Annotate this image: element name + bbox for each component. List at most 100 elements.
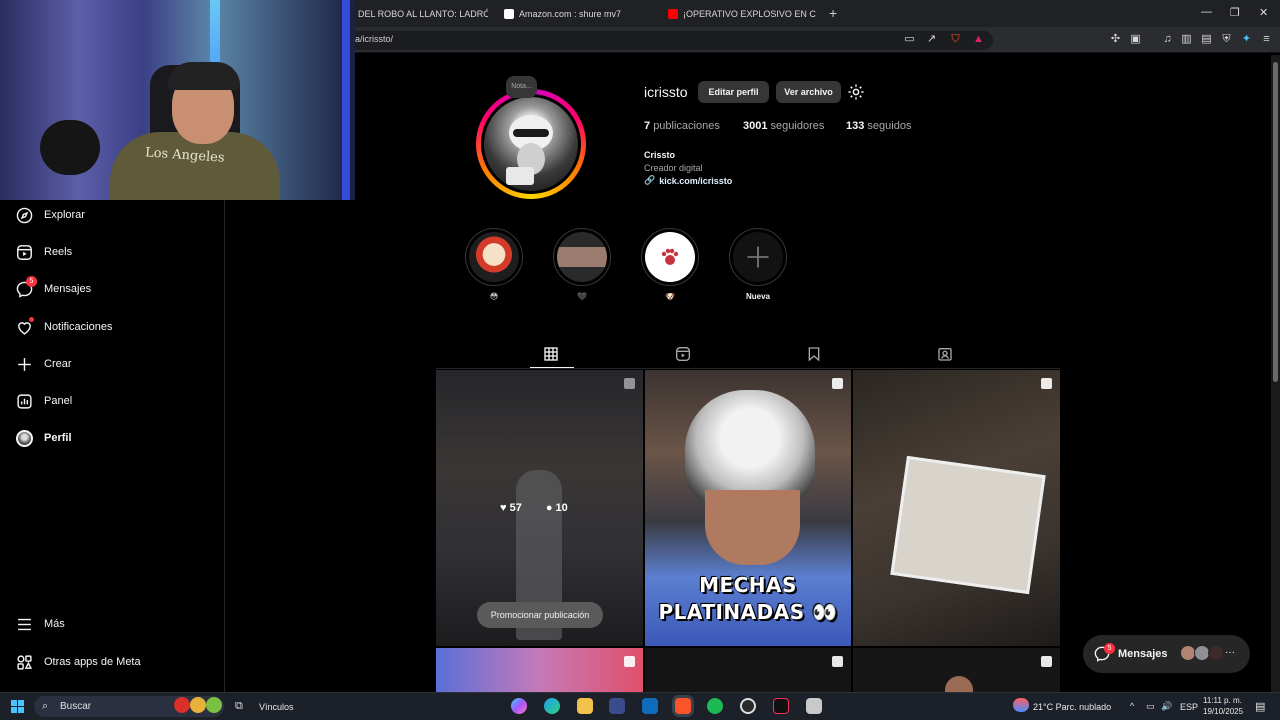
search-icon: ⌕	[42, 700, 49, 712]
maximize-button[interactable]: ❐	[1230, 6, 1240, 19]
share-icon[interactable]: ↗	[925, 33, 938, 46]
sidebar-item-mas[interactable]: Más	[16, 613, 65, 635]
carousel-icon	[624, 656, 635, 667]
sidebar-item-otras-apps[interactable]: Otras apps de Meta	[16, 651, 141, 673]
browser-tab-3[interactable]: ¡OPERATIVO EXPLOSIVO EN CA	[668, 4, 816, 24]
brave-icon[interactable]	[675, 698, 691, 714]
highlight-3-label: 🐶	[665, 292, 675, 301]
led-light-right	[342, 0, 350, 200]
vinculos-toolbar[interactable]: Vínculos	[259, 702, 294, 712]
sidebar-item-crear[interactable]: Crear	[16, 353, 72, 375]
apps-icon	[16, 654, 33, 671]
new-highlight-button[interactable]	[729, 228, 787, 286]
outlook-icon[interactable]	[642, 698, 658, 714]
note-bubble[interactable]: Nota...	[506, 76, 537, 98]
tray-chevron-icon[interactable]: ^	[1130, 701, 1134, 711]
active-tab-indicator	[530, 367, 574, 368]
bio-link[interactable]: 🔗 kick.com/icrissto	[644, 175, 732, 186]
browser-tab-2[interactable]: Amazon.com : shure mv7	[504, 4, 644, 24]
sidebar-toggle-icon[interactable]: ▥	[1180, 33, 1193, 46]
more-contacts-icon: ···	[1225, 647, 1235, 658]
tab-reels[interactable]	[675, 346, 691, 362]
edge-icon[interactable]	[544, 698, 560, 714]
settings-gear-icon[interactable]	[847, 83, 865, 101]
screenshot-icon[interactable]: ▣	[1129, 33, 1142, 46]
sidebar-item-reels[interactable]: Reels	[16, 241, 72, 263]
post-3[interactable]	[853, 370, 1060, 646]
tab-tagged[interactable]	[937, 346, 953, 362]
apple-widget-icon-3	[206, 697, 222, 713]
highlight-2-label: 🖤	[577, 292, 587, 301]
promote-post-button[interactable]: Promocionar publicación	[477, 602, 603, 628]
tiktok-icon[interactable]	[773, 698, 789, 714]
windows-start-icon[interactable]	[11, 700, 24, 713]
leo-ai-icon[interactable]: ✦	[1240, 33, 1253, 46]
messages-pill-badge: 5	[1104, 643, 1115, 654]
obs-icon[interactable]	[740, 698, 756, 714]
browser-tab-1[interactable]: DEL ROBO AL LLANTO: LADRÓN	[358, 4, 488, 24]
highlight-1[interactable]	[465, 228, 523, 286]
post-4[interactable]	[436, 648, 643, 692]
post-6[interactable]	[853, 648, 1060, 692]
profile-username: icrissto	[644, 84, 688, 100]
post-5[interactable]	[645, 648, 851, 692]
carousel-icon	[832, 656, 843, 667]
sidebar-item-mensajes[interactable]: 5 Mensajes	[16, 275, 91, 300]
brave-shield-icon[interactable]: ⛉	[949, 33, 962, 46]
music-icon[interactable]: ♫	[1161, 33, 1174, 46]
notifications-center-icon[interactable]: ▤	[1255, 700, 1265, 713]
amazon-icon	[504, 9, 514, 19]
store-icon[interactable]	[609, 698, 625, 714]
sidebar-item-explorar[interactable]: Explorar	[16, 204, 85, 226]
comments-stat: ● 10	[545, 502, 568, 514]
notification-dot	[29, 316, 34, 322]
messages-badge: 5	[26, 275, 37, 287]
highlight-3[interactable]	[641, 228, 699, 286]
likes-stat: ♥ 57	[500, 502, 522, 514]
tagged-icon	[938, 348, 952, 361]
weather-text[interactable]: 21°C Parc. nublado	[1033, 702, 1111, 712]
tab-posts[interactable]	[543, 346, 559, 362]
streamer-cap	[168, 62, 240, 90]
youtube-icon	[668, 9, 678, 19]
minimize-button[interactable]: —	[1201, 6, 1212, 18]
spotify-icon[interactable]	[707, 698, 723, 714]
task-view-icon[interactable]: ⧉	[235, 700, 243, 713]
page-scrollbar-thumb[interactable]	[1273, 62, 1278, 382]
highlight-cover-cartoon	[469, 232, 519, 282]
following-stat[interactable]: 133 seguidos	[846, 120, 911, 132]
followers-stat[interactable]: 3001 seguidores	[743, 120, 824, 132]
sidebar-item-perfil[interactable]: Perfil	[16, 427, 72, 449]
sidebar-item-notificaciones[interactable]: Notificaciones	[16, 316, 112, 338]
clock-time[interactable]: 11:11 p. m.	[1203, 696, 1242, 705]
copilot-icon[interactable]	[511, 698, 527, 714]
browser-menu-icon[interactable]: ≡	[1260, 33, 1273, 46]
paw-icon	[661, 248, 679, 265]
highlight-cover-paw	[645, 232, 695, 282]
tabs-divider	[436, 368, 1060, 369]
apple-widget-icon	[174, 697, 190, 713]
shield-app-icon[interactable]	[806, 698, 822, 714]
address-field[interactable]	[348, 31, 993, 50]
file-explorer-icon[interactable]	[577, 698, 593, 714]
post-3-framed-photo	[890, 455, 1046, 595]
network-icon[interactable]: ▭	[1146, 701, 1155, 712]
new-tab-button[interactable]: +	[829, 6, 837, 20]
vpn-icon[interactable]: ⛨	[1220, 33, 1233, 46]
volume-icon[interactable]: 🔊	[1161, 701, 1172, 712]
brave-rewards-icon[interactable]: ▲	[972, 33, 985, 46]
edit-profile-button[interactable]: Editar perfil	[698, 81, 769, 103]
language-indicator[interactable]: ESP	[1180, 702, 1198, 712]
clock-date[interactable]: 19/10/2025	[1203, 707, 1243, 716]
highlight-cover-photo	[557, 232, 607, 282]
extensions-icon[interactable]: ✣	[1109, 33, 1122, 46]
cast-icon[interactable]: ▭	[903, 33, 916, 46]
profile-avatar[interactable]	[484, 97, 578, 191]
close-window-button[interactable]: ✕	[1259, 6, 1268, 19]
sidebar-item-panel[interactable]: Panel	[16, 390, 72, 412]
url-text[interactable]: a/icrissto/	[355, 34, 393, 44]
view-archive-button[interactable]: Ver archivo	[776, 81, 841, 103]
highlight-2[interactable]	[553, 228, 611, 286]
tab-saved[interactable]	[806, 346, 822, 362]
wallet-icon[interactable]: ▤	[1200, 33, 1213, 46]
